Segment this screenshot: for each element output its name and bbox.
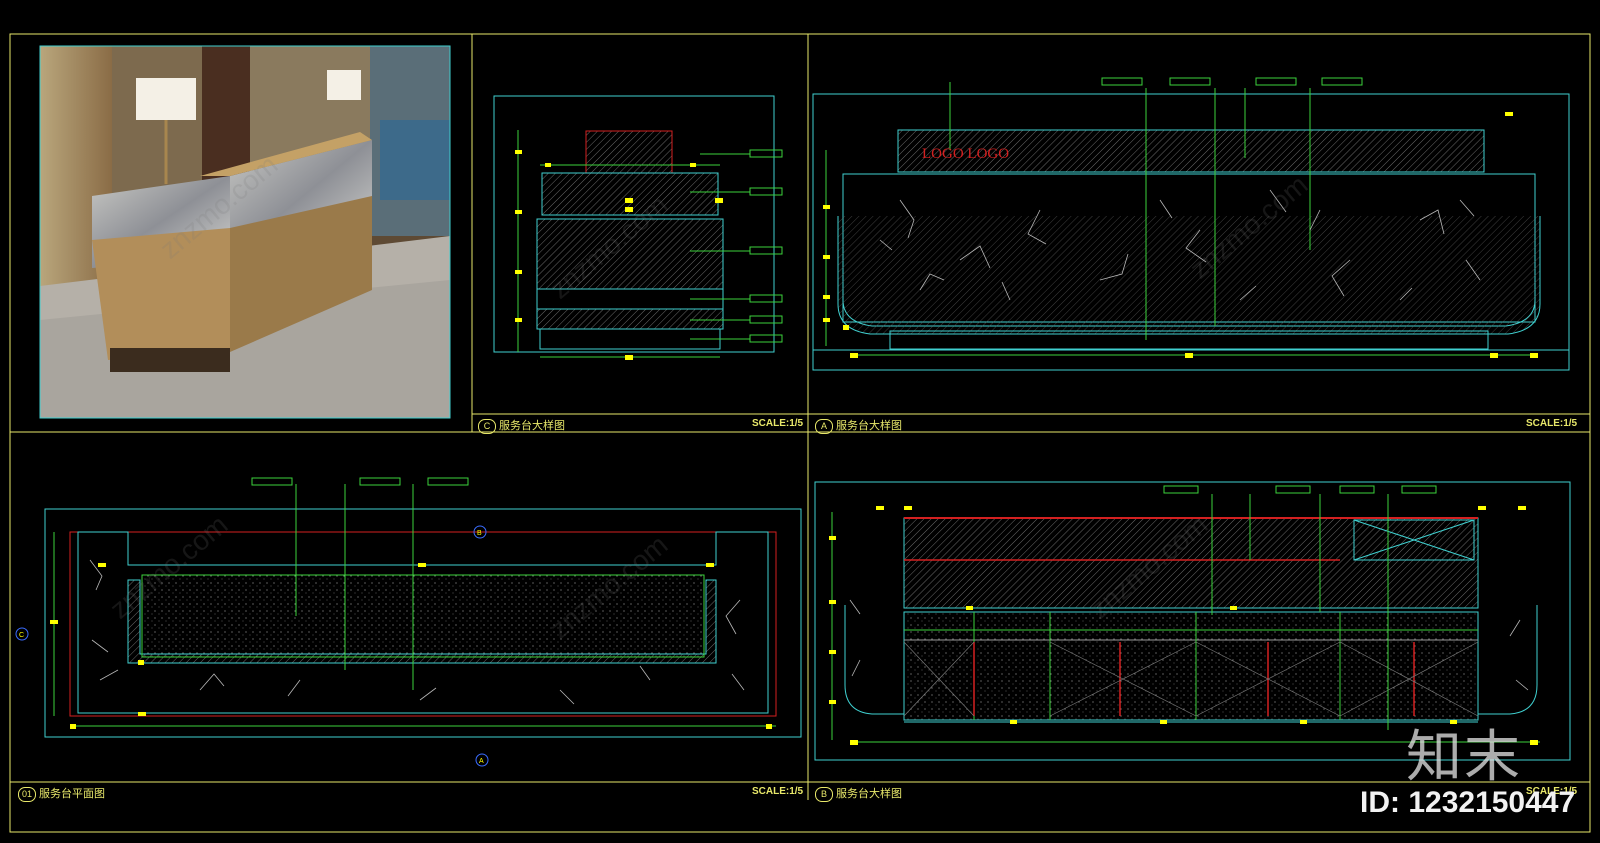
marker-b: B <box>815 786 833 802</box>
title-section-c: 服务台大样图 <box>499 420 565 432</box>
marker-c: C <box>478 418 496 434</box>
watermark-id: ID: 1232150447 <box>1360 786 1576 819</box>
scale-section-c: SCALE:1/5 <box>752 418 804 429</box>
title-elevation-b: 服务台大样图 <box>836 788 902 800</box>
title-elevation-a: 服务台大样图 <box>836 420 902 432</box>
svg-text:A: A <box>479 758 484 765</box>
plan-01-drawing <box>44 477 802 738</box>
watermark-logo: 知末 <box>1406 725 1522 790</box>
scale-elevation-a: SCALE:1/5 <box>1526 418 1578 429</box>
caption-section-c: C 服务台大样图 <box>478 417 565 434</box>
logo-text: LOGO LOGO <box>922 146 1009 162</box>
svg-text:B: B <box>477 530 482 537</box>
caption-elevation-b: B 服务台大样图 <box>815 785 902 802</box>
title-plan-01: 服务台平面图 <box>39 788 105 800</box>
svg-text:C: C <box>19 632 24 639</box>
marker-a: A <box>815 418 833 434</box>
section-marker-a-bottom: A <box>475 753 489 767</box>
caption-plan-01: 01 服务台平面图 <box>18 785 105 802</box>
section-marker-c-symbol: C <box>15 627 29 641</box>
marker-01: 01 <box>18 786 36 802</box>
scale-plan-01: SCALE:1/5 <box>752 786 804 797</box>
caption-elevation-a: A 服务台大样图 <box>815 417 902 434</box>
reception-desk-photo <box>39 45 451 419</box>
elevation-a-drawing <box>812 77 1570 371</box>
